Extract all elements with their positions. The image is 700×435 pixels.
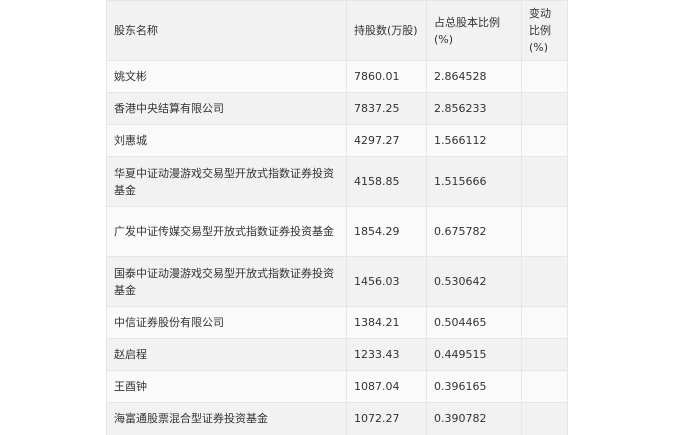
cell-name: 中信证券股份有限公司 <box>106 306 347 339</box>
header-shareholder-name: 股东名称 <box>106 0 347 61</box>
cell-ratio: 1.515666 <box>426 156 522 207</box>
cell-name: 香港中央结算有限公司 <box>106 92 347 125</box>
cell-shares: 1854.29 <box>346 206 427 257</box>
cell-shares: 7837.25 <box>346 92 427 125</box>
cell-name: 刘惠城 <box>106 124 347 157</box>
table-row: 国泰中证动漫游戏交易型开放式指数证券投资基金 1456.03 0.530642 <box>106 256 568 307</box>
cell-name: 海富通股票混合型证券投资基金 <box>106 402 347 435</box>
cell-shares: 1456.03 <box>346 256 427 307</box>
cell-ratio: 0.390782 <box>426 402 522 435</box>
table-row: 海富通股票混合型证券投资基金 1072.27 0.390782 <box>106 402 568 435</box>
cell-ratio: 2.856233 <box>426 92 522 125</box>
cell-ratio: 2.864528 <box>426 60 522 93</box>
cell-change <box>521 206 568 257</box>
cell-ratio: 0.504465 <box>426 306 522 339</box>
table-row: 华夏中证动漫游戏交易型开放式指数证券投资基金 4158.85 1.515666 <box>106 156 568 207</box>
cell-change <box>521 92 568 125</box>
cell-change <box>521 124 568 157</box>
table-row: 广发中证传媒交易型开放式指数证券投资基金 1854.29 0.675782 <box>106 206 568 257</box>
cell-change <box>521 256 568 307</box>
cell-change <box>521 338 568 371</box>
cell-name: 华夏中证动漫游戏交易型开放式指数证券投资基金 <box>106 156 347 207</box>
table-row: 香港中央结算有限公司 7837.25 2.856233 <box>106 92 568 125</box>
cell-shares: 1233.43 <box>346 338 427 371</box>
cell-name: 广发中证传媒交易型开放式指数证券投资基金 <box>106 206 347 257</box>
cell-ratio: 0.396165 <box>426 370 522 403</box>
cell-name: 姚文彬 <box>106 60 347 93</box>
cell-name: 国泰中证动漫游戏交易型开放式指数证券投资基金 <box>106 256 347 307</box>
cell-change <box>521 402 568 435</box>
cell-name: 赵启程 <box>106 338 347 371</box>
cell-ratio: 0.530642 <box>426 256 522 307</box>
cell-name: 王酉钟 <box>106 370 347 403</box>
header-ratio: 占总股本比例(%) <box>426 0 522 61</box>
cell-shares: 4158.85 <box>346 156 427 207</box>
table-row: 王酉钟 1087.04 0.396165 <box>106 370 568 403</box>
cell-change <box>521 60 568 93</box>
header-shares: 持股数(万股) <box>346 0 427 61</box>
cell-shares: 1087.04 <box>346 370 427 403</box>
table-row: 赵启程 1233.43 0.449515 <box>106 338 568 371</box>
cell-shares: 1072.27 <box>346 402 427 435</box>
cell-shares: 7860.01 <box>346 60 427 93</box>
table-row: 姚文彬 7860.01 2.864528 <box>106 60 568 93</box>
cell-shares: 4297.27 <box>346 124 427 157</box>
cell-change <box>521 370 568 403</box>
cell-change <box>521 306 568 339</box>
cell-ratio: 0.675782 <box>426 206 522 257</box>
shareholder-table: 股东名称 持股数(万股) 占总股本比例(%) 变动比例(%) 姚文彬 7860.… <box>106 0 568 435</box>
cell-shares: 1384.21 <box>346 306 427 339</box>
table-header-row: 股东名称 持股数(万股) 占总股本比例(%) 变动比例(%) <box>106 0 568 61</box>
header-change: 变动比例(%) <box>521 0 568 61</box>
shareholder-table-container: 股东名称 持股数(万股) 占总股本比例(%) 变动比例(%) 姚文彬 7860.… <box>106 0 568 435</box>
cell-ratio: 0.449515 <box>426 338 522 371</box>
table-row: 刘惠城 4297.27 1.566112 <box>106 124 568 157</box>
table-row: 中信证券股份有限公司 1384.21 0.504465 <box>106 306 568 339</box>
cell-ratio: 1.566112 <box>426 124 522 157</box>
cell-change <box>521 156 568 207</box>
